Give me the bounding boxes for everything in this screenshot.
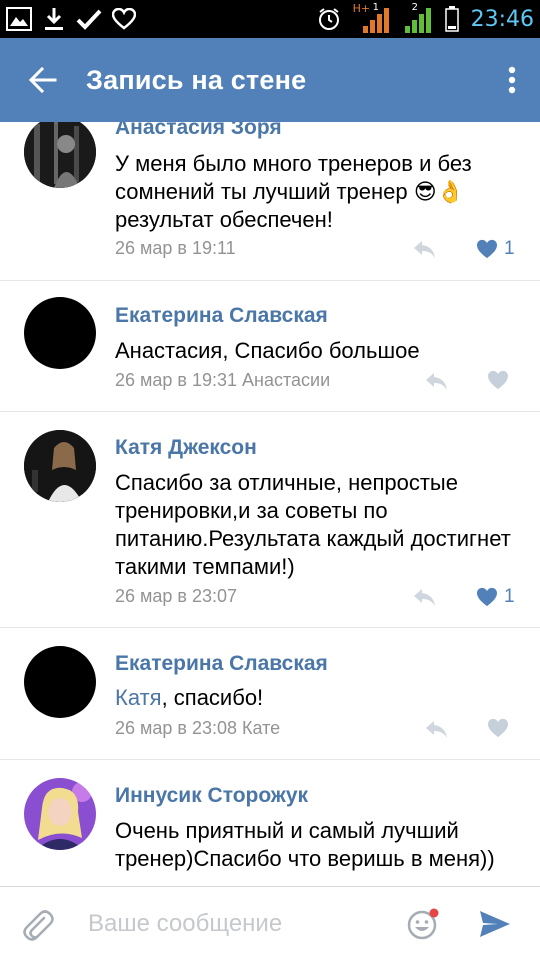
status-system: H+ 1 2 23:46 — [317, 2, 534, 34]
heart-icon — [477, 587, 497, 607]
like-button[interactable] — [487, 718, 509, 738]
avatar[interactable] — [24, 778, 96, 850]
comment-text: У меня было много тренеров и без сомнени… — [115, 151, 472, 232]
heart-icon — [488, 370, 508, 390]
heart-icon — [477, 239, 497, 259]
comment-date: 26 мар в 23:07 — [115, 586, 238, 606]
arrow-left-icon — [29, 67, 57, 93]
avatar[interactable] — [24, 430, 96, 502]
avatar-photo-icon — [24, 430, 96, 502]
comment-text: Катя, спасибо! — [115, 684, 525, 712]
like-count: 1 — [504, 586, 515, 607]
status-notifications — [6, 6, 136, 32]
comment-item: Анастасия Зоря У меня было много тренеро… — [0, 122, 540, 281]
message-input[interactable] — [86, 903, 390, 945]
more-vertical-icon — [508, 66, 516, 94]
comment-date: 26 мар в 19:31 Анастасии — [115, 370, 331, 390]
signal-sim1: H+ 1 — [353, 2, 391, 34]
comment-author[interactable]: Анастасия Зоря — [115, 122, 282, 140]
reply-icon[interactable] — [424, 719, 448, 739]
clock: 23:46 — [470, 6, 534, 32]
avatar-photo-icon — [24, 778, 96, 850]
check-icon — [76, 9, 102, 30]
send-button[interactable] — [478, 909, 512, 944]
avatar[interactable] — [24, 297, 96, 369]
page-title: Запись на стене — [86, 64, 307, 95]
message-composer — [0, 886, 540, 960]
avatar[interactable] — [24, 122, 96, 188]
smile-icon — [407, 908, 439, 940]
battery-icon — [444, 6, 459, 32]
heart-outline-icon — [112, 8, 136, 30]
back-button[interactable] — [0, 38, 86, 122]
sim1-label: 1 — [372, 2, 379, 13]
comment-text: Очень приятный и самый лучший тренер)Спа… — [115, 818, 495, 871]
comment-date: 26 мар в 19:11 — [115, 238, 236, 258]
like-count: 1 — [504, 238, 515, 259]
like-button[interactable]: 1 — [476, 238, 515, 260]
mention-link[interactable]: Катя — [115, 685, 162, 710]
comment-author[interactable]: Катя Джексон — [115, 436, 257, 460]
comment-item: Екатерина Славская Анастасия, Спасибо бо… — [0, 281, 540, 412]
reply-icon[interactable] — [412, 587, 436, 607]
avatar[interactable] — [24, 646, 96, 718]
status-bar: H+ 1 2 23:46 — [0, 0, 540, 38]
emoji-button[interactable] — [406, 907, 440, 941]
alarm-icon — [318, 8, 339, 30]
more-options-button[interactable] — [484, 38, 540, 122]
comment-text: Анастасия, Спасибо большое — [115, 338, 420, 363]
reply-icon[interactable] — [412, 239, 436, 259]
download-icon — [45, 8, 63, 30]
comment-author[interactable]: Иннусик Сторожук — [115, 784, 308, 808]
comment-text-body: , спасибо! — [161, 685, 264, 710]
comment-item: Иннусик Сторожук Очень приятный и самый … — [0, 760, 540, 886]
like-button[interactable]: 1 — [476, 586, 515, 608]
signal-sim2: 2 — [403, 2, 433, 34]
comment-item: Катя Джексон Спасибо за отличные, непрос… — [0, 412, 540, 628]
send-icon — [480, 911, 510, 937]
gallery-icon — [6, 7, 32, 31]
reply-icon[interactable] — [424, 371, 448, 391]
paperclip-icon[interactable] — [22, 909, 54, 943]
heart-icon — [488, 718, 508, 738]
like-button[interactable] — [487, 370, 509, 390]
comment-author[interactable]: Екатерина Славская — [115, 652, 328, 676]
comment-item: Екатерина Славская Катя, спасибо! 26 мар… — [0, 628, 540, 760]
comment-text: Спасибо за отличные, непростые тренировк… — [115, 470, 511, 579]
comment-author[interactable]: Екатерина Славская — [115, 304, 328, 328]
avatar-photo-icon — [24, 122, 96, 188]
signal-bars-icon — [362, 8, 389, 33]
comments-list[interactable]: Анастасия Зоря У меня было много тренеро… — [0, 122, 540, 886]
comment-date: 26 мар в 23:08 Кате — [115, 718, 281, 738]
sim2-label: 2 — [411, 2, 418, 13]
app-bar: Запись на стене — [0, 38, 540, 122]
